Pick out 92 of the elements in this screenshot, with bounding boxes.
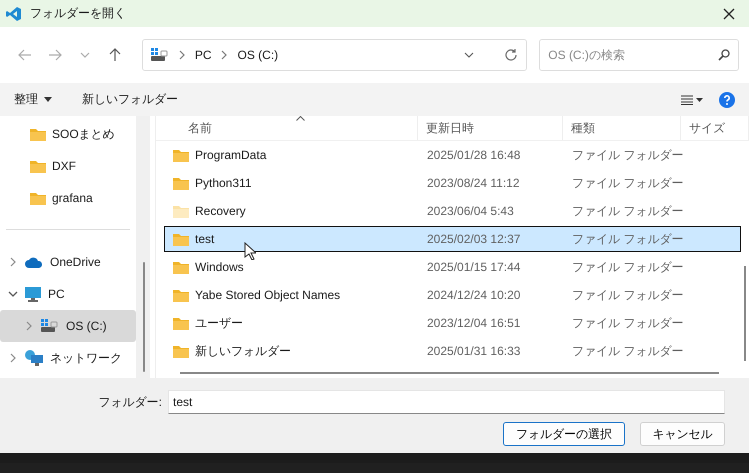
file-row[interactable]: Python311 2023/08/24 11:12 ファイル フォルダー xyxy=(164,170,741,196)
select-folder-button[interactable]: フォルダーの選択 xyxy=(503,422,625,446)
modified-date: 2025/01/31 16:33 xyxy=(426,344,522,358)
column-header[interactable]: 更新日時 xyxy=(418,116,563,140)
folder-icon xyxy=(173,148,189,162)
folder-icon xyxy=(173,260,189,274)
chevron-right-icon[interactable] xyxy=(24,321,34,331)
scrollbar-thumb[interactable] xyxy=(180,372,719,374)
organize-button[interactable]: 整理 xyxy=(14,91,52,108)
address-bar[interactable]: PC OS (C:) xyxy=(142,39,528,71)
file-type: ファイル フォルダー xyxy=(571,314,682,332)
file-name: ProgramData xyxy=(195,148,266,162)
file-name: Yabe Stored Object Names xyxy=(195,288,340,302)
modified-date: 2025/01/28 16:48 xyxy=(426,148,522,162)
close-icon[interactable] xyxy=(723,8,735,20)
file-name: test xyxy=(195,232,214,246)
forward-arrow-icon[interactable] xyxy=(48,49,62,61)
chevron-right-icon[interactable] xyxy=(8,257,18,267)
drive-icon xyxy=(150,48,169,62)
chevron-down-icon[interactable] xyxy=(8,289,18,299)
cancel-button[interactable]: キャンセル xyxy=(640,422,725,446)
help-icon[interactable] xyxy=(719,92,735,108)
tree-item[interactable]: ネットワーク xyxy=(0,342,136,374)
quick-access-item[interactable]: grafana xyxy=(0,182,136,214)
app-logo-icon xyxy=(6,6,22,22)
file-row[interactable]: Recovery 2023/06/04 5:43 ファイル フォルダー xyxy=(164,198,741,224)
folder-icon xyxy=(173,232,189,246)
folder-icon xyxy=(30,192,46,204)
quick-access-item[interactable]: SOOまとめ xyxy=(0,118,136,150)
modified-date: 2023/12/04 16:51 xyxy=(426,316,522,330)
field-label: フォルダー: xyxy=(98,394,162,410)
file-type: ファイル フォルダー xyxy=(571,146,682,164)
file-name: Python311 xyxy=(195,176,252,190)
folder-icon xyxy=(173,316,189,330)
file-type: ファイル フォルダー xyxy=(571,258,682,276)
modified-date: 2023/08/24 11:12 xyxy=(426,176,521,190)
modified-date: 2024/12/24 10:20 xyxy=(426,288,522,302)
scrollbar-thumb[interactable] xyxy=(744,266,746,361)
file-name: ユーザー xyxy=(195,314,243,332)
chevron-right-icon[interactable] xyxy=(8,353,18,363)
folder-icon xyxy=(173,344,189,358)
file-type: ファイル フォルダー xyxy=(571,174,682,192)
file-row[interactable]: ProgramData 2025/01/28 16:48 ファイル フォルダー xyxy=(164,142,741,168)
tree-item[interactable]: PC xyxy=(0,278,136,310)
tree-item[interactable]: OneDrive xyxy=(0,246,136,278)
list-view-icon[interactable] xyxy=(681,94,703,104)
folder-icon xyxy=(173,288,189,302)
mouse-cursor-icon xyxy=(244,242,256,260)
drive-icon xyxy=(41,319,59,333)
column-header[interactable]: サイズ xyxy=(681,116,749,140)
chevron-right-icon xyxy=(219,50,230,60)
chevron-down-icon[interactable] xyxy=(464,52,474,58)
file-row[interactable]: 新しいフォルダー 2025/01/31 16:33 ファイル フォルダー xyxy=(164,338,741,364)
folder-icon xyxy=(173,204,189,218)
column-header[interactable]: 名前 xyxy=(156,116,418,140)
file-row[interactable]: Windows 2025/01/15 17:44 ファイル フォルダー xyxy=(164,254,741,280)
new-folder-button[interactable]: 新しいフォルダー xyxy=(82,91,178,108)
column-header[interactable]: 種類 xyxy=(563,116,681,140)
scrollbar-thumb[interactable] xyxy=(143,262,145,372)
folder-icon xyxy=(30,160,46,172)
breadcrumb-item[interactable]: PC xyxy=(194,48,212,62)
file-name: 新しいフォルダー xyxy=(195,342,291,360)
back-arrow-icon[interactable] xyxy=(18,49,32,61)
up-arrow-icon[interactable] xyxy=(108,48,121,62)
search-field[interactable]: OS (C:)の検索 xyxy=(539,39,739,71)
modified-date: 2025/02/03 12:37 xyxy=(426,232,522,246)
quick-access-item[interactable]: DXF xyxy=(0,150,136,182)
file-row[interactable]: ユーザー 2023/12/04 16:51 ファイル フォルダー xyxy=(164,310,741,336)
modified-date: 2025/01/15 17:44 xyxy=(426,260,522,274)
file-name: Recovery xyxy=(195,204,246,218)
cloud-icon xyxy=(25,256,43,268)
file-name: Windows xyxy=(195,260,244,274)
folder-name-field[interactable]: test xyxy=(168,390,725,414)
folder-icon xyxy=(30,128,46,140)
tree-item[interactable]: OS (C:) xyxy=(0,310,136,342)
chevron-right-icon xyxy=(176,50,187,60)
refresh-icon[interactable] xyxy=(504,48,518,62)
folder-icon xyxy=(173,176,189,190)
window-title: フォルダーを開く xyxy=(30,5,127,22)
sort-caret-icon xyxy=(296,116,305,121)
file-type: ファイル フォルダー xyxy=(571,202,682,220)
breadcrumb-item[interactable]: OS (C:) xyxy=(237,48,278,62)
file-type: ファイル フォルダー xyxy=(571,286,682,304)
search-icon xyxy=(718,49,730,61)
file-type: ファイル フォルダー xyxy=(571,342,682,360)
file-row[interactable]: Yabe Stored Object Names 2024/12/24 10:20 ファイル フォルダー xyxy=(164,282,741,308)
monitor-icon xyxy=(25,286,41,302)
file-row[interactable]: test 2025/02/03 12:37 ファイル フォルダー xyxy=(164,226,741,252)
network-icon xyxy=(25,350,43,366)
caret-icon xyxy=(44,97,52,102)
modified-date: 2023/06/04 5:43 xyxy=(426,204,515,218)
file-type: ファイル フォルダー xyxy=(571,230,682,248)
